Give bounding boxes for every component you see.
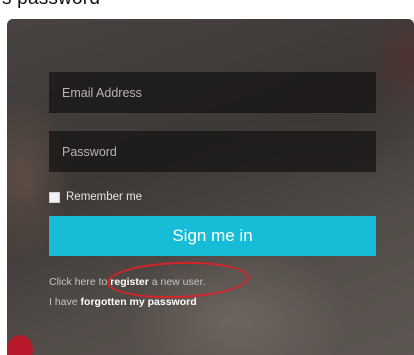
login-panel: Remember me Sign me in Click here to reg… (7, 19, 414, 355)
email-input[interactable] (49, 72, 376, 113)
forgot-prefix: I have (49, 296, 81, 308)
sign-in-button[interactable]: Sign me in (49, 216, 376, 256)
forgot-password-line: I have forgotten my password (49, 296, 197, 308)
screenshot-stage: s password Remember me Sign me in Click … (0, 0, 414, 355)
remember-me-checkbox[interactable]: Remember me (49, 191, 142, 203)
checkbox-icon[interactable] (49, 191, 60, 203)
register-prefix: Click here to (49, 276, 111, 288)
cropped-heading-text: s password (2, 0, 100, 10)
register-link[interactable]: register (110, 276, 149, 288)
register-suffix: a new user. (148, 276, 206, 288)
forgot-password-link[interactable]: forgotten my password (81, 296, 197, 308)
password-input[interactable] (49, 131, 376, 172)
register-line: Click here to register a new user. (49, 276, 205, 288)
remember-me-label: Remember me (66, 191, 143, 203)
